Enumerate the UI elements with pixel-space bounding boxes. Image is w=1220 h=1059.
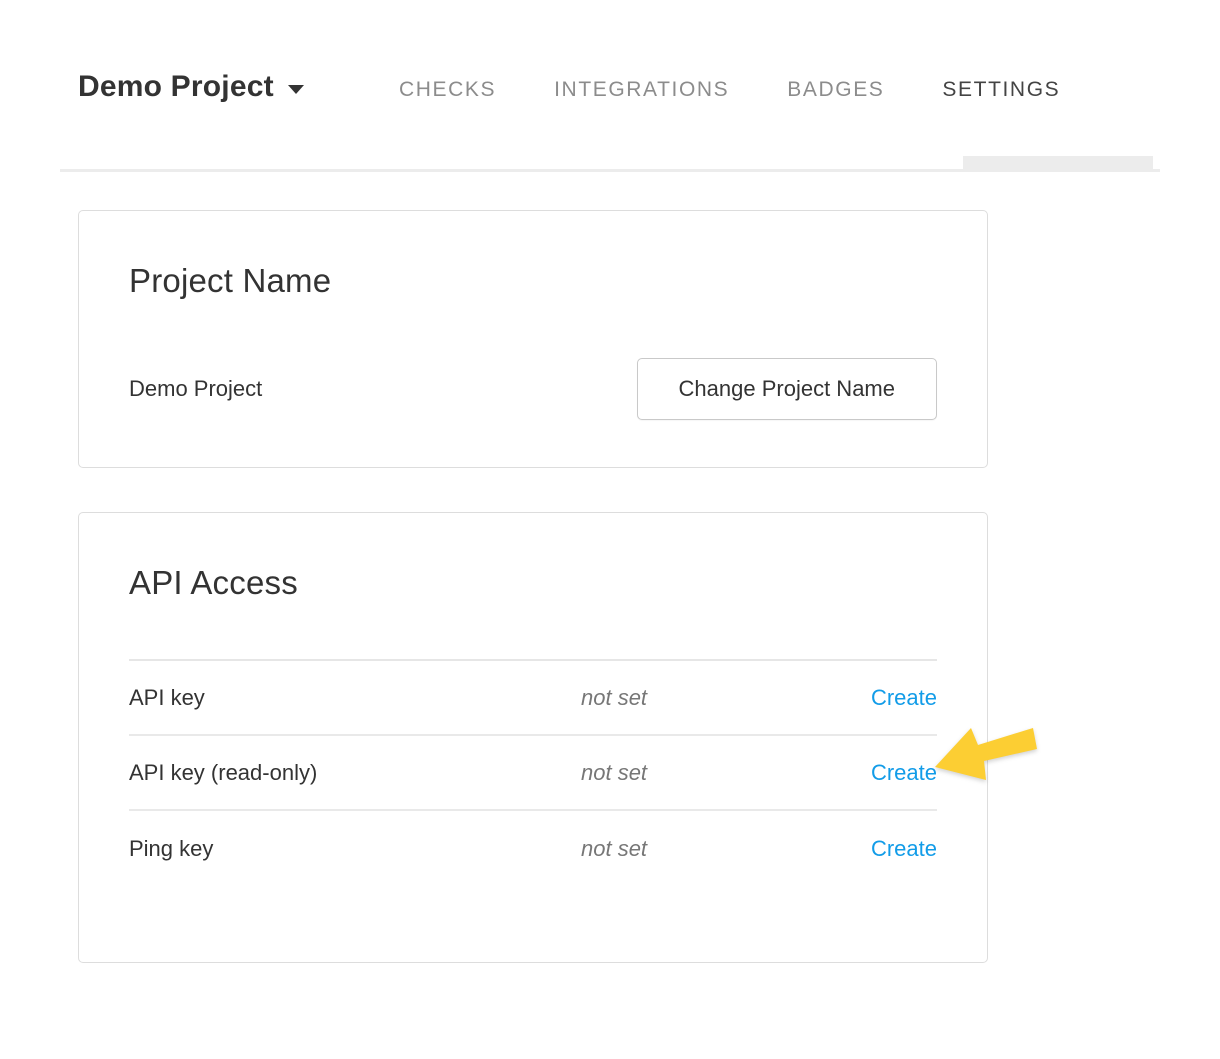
ping-key-label: Ping key xyxy=(129,836,581,862)
current-project-name: Demo Project xyxy=(129,376,262,402)
api-access-card-title: API Access xyxy=(129,564,937,602)
tab-settings[interactable]: SETTINGS xyxy=(942,78,1060,102)
project-name-card: Project Name Demo Project Change Project… xyxy=(78,210,988,468)
api-key-read-only-label: API key (read-only) xyxy=(129,760,581,786)
ping-key-value: not set xyxy=(581,836,647,862)
api-keys-table: API key not set Create API key (read-onl… xyxy=(129,659,937,886)
active-tab-highlight xyxy=(963,156,1153,170)
ping-key-create-link[interactable]: Create xyxy=(871,836,937,862)
table-row-api-key: API key not set Create xyxy=(129,661,937,736)
api-access-card: API Access API key not set Create API ke… xyxy=(78,512,988,963)
top-nav-tabs: CHECKS INTEGRATIONS BADGES SETTINGS xyxy=(399,78,1060,102)
project-name-card-title: Project Name xyxy=(129,262,937,300)
project-switcher-label: Demo Project xyxy=(78,70,274,103)
api-key-create-link[interactable]: Create xyxy=(871,685,937,711)
project-name-row: Demo Project Change Project Name xyxy=(129,358,937,420)
api-key-read-only-create-link[interactable]: Create xyxy=(871,760,937,786)
tab-badges[interactable]: BADGES xyxy=(787,78,884,102)
settings-page: Demo Project CHECKS INTEGRATIONS BADGES … xyxy=(0,0,1220,1059)
chevron-down-icon xyxy=(288,85,304,94)
tab-integrations[interactable]: INTEGRATIONS xyxy=(554,78,729,102)
table-row-ping-key: Ping key not set Create xyxy=(129,811,937,886)
nav-divider-rule xyxy=(60,169,1160,172)
tab-checks[interactable]: CHECKS xyxy=(399,78,496,102)
api-key-label: API key xyxy=(129,685,581,711)
api-key-read-only-value: not set xyxy=(581,760,647,786)
project-switcher-dropdown[interactable]: Demo Project xyxy=(78,70,304,104)
api-key-value: not set xyxy=(581,685,647,711)
change-project-name-button[interactable]: Change Project Name xyxy=(637,358,937,420)
table-row-api-key-read-only: API key (read-only) not set Create xyxy=(129,736,937,811)
